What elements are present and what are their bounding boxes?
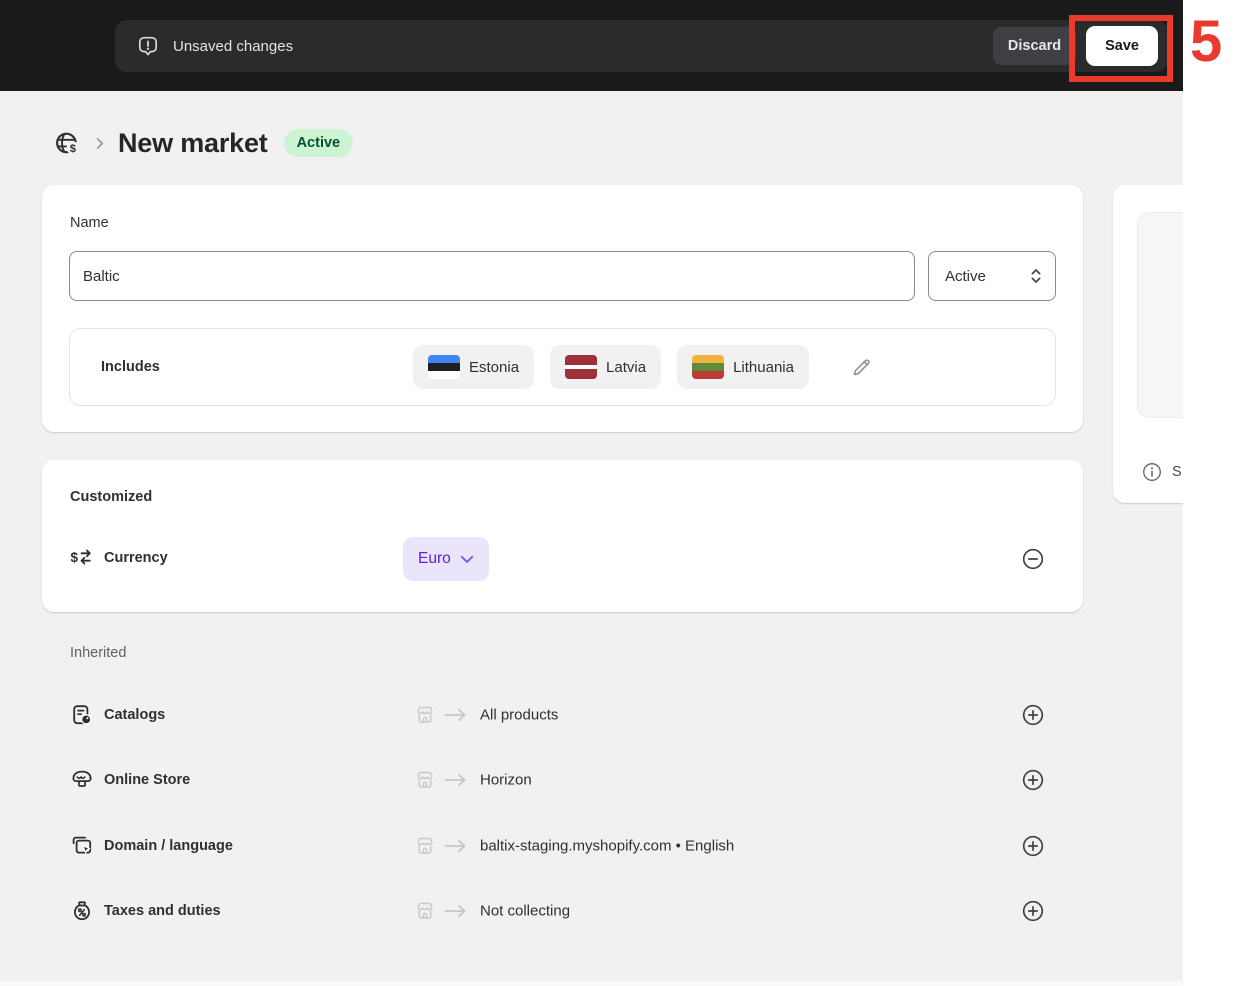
country-chip-label: Estonia — [469, 358, 520, 376]
bottom-edge-strip — [0, 981, 1183, 986]
alert-bubble-icon — [136, 34, 160, 58]
country-chip-label: Latvia — [606, 358, 647, 376]
country-chip-list: Estonia Latvia Lithuania — [413, 345, 873, 389]
storefront-icon — [70, 768, 94, 792]
inherited-row-domain-language: Domain / language baltix-staging.myshopi… — [0, 822, 1183, 870]
updown-chevrons-icon — [1028, 266, 1044, 286]
inherited-row-label: Domain / language — [104, 838, 233, 854]
svg-text:$: $ — [70, 142, 77, 154]
market-status-select[interactable]: Active — [928, 251, 1056, 301]
summary-info-line: S — [1141, 461, 1182, 483]
currency-value: Euro — [418, 550, 451, 567]
arrow-right-icon — [443, 838, 469, 854]
country-chip-label: Lithuania — [733, 358, 794, 376]
page-title: New market — [118, 127, 268, 158]
svg-text:$: $ — [71, 550, 79, 565]
summary-info-text: S — [1172, 464, 1182, 480]
arrow-right-icon — [443, 772, 469, 788]
inherited-row-online-store: Online Store Horizon — [0, 756, 1183, 804]
country-chip-lithuania: Lithuania — [677, 345, 809, 389]
catalogs-icon — [70, 703, 94, 727]
customized-card: Customized $ Currency Euro — [42, 460, 1083, 612]
store-icon — [414, 835, 436, 857]
plus-circle-icon[interactable] — [1021, 899, 1045, 923]
inherited-row-label: Catalogs — [104, 707, 166, 723]
arrow-right-icon — [443, 903, 469, 919]
chevron-down-icon — [460, 555, 474, 564]
customized-title: Customized — [70, 489, 153, 505]
market-details-card: Name Active Includes — [42, 185, 1083, 432]
shopify-admin-app: Unsaved changes Discard Save $ New marke… — [0, 0, 1183, 986]
minus-circle-icon[interactable] — [1021, 547, 1045, 571]
market-summary-card: S — [1113, 185, 1183, 503]
market-name-input[interactable] — [69, 251, 915, 301]
inherited-row-label: Taxes and duties — [104, 903, 221, 919]
includes-section: Includes Estonia Latvia Lithuania — [69, 328, 1056, 406]
name-field-label: Name — [70, 215, 109, 231]
inherited-row-value: All products — [480, 706, 559, 724]
inherited-row-label: Online Store — [104, 772, 191, 788]
annotation-step-number: 5 — [1190, 9, 1223, 74]
inherited-row-value: baltix-staging.myshopify.com • English — [480, 837, 735, 855]
info-circle-icon — [1141, 461, 1163, 483]
includes-label: Includes — [101, 359, 160, 375]
unsaved-changes-message: Unsaved changes — [173, 37, 294, 55]
markets-globe-dollar-icon[interactable]: $ — [54, 130, 81, 157]
country-chip-estonia: Estonia — [413, 345, 535, 389]
screenshot-stage: Unsaved changes Discard Save $ New marke… — [0, 0, 1246, 986]
currency-row-label: Currency — [104, 550, 168, 566]
status-badge: Active — [283, 129, 354, 157]
plus-circle-icon[interactable] — [1021, 703, 1045, 727]
chevron-right-icon — [92, 136, 107, 151]
market-map-placeholder — [1137, 212, 1183, 418]
market-status-value: Active — [945, 267, 986, 285]
pencil-icon[interactable] — [851, 356, 873, 378]
lithuania-flag-icon — [692, 355, 725, 379]
taxes-duties-icon — [70, 899, 94, 923]
store-icon — [414, 900, 436, 922]
plus-circle-icon[interactable] — [1021, 834, 1045, 858]
inherited-section-title: Inherited — [70, 645, 127, 661]
inherited-row-value: Horizon — [480, 771, 532, 789]
contextual-save-bar: Unsaved changes Discard Save — [0, 0, 1183, 91]
domain-language-icon — [70, 834, 94, 858]
unsaved-changes-pill: Unsaved changes Discard Save — [115, 20, 1168, 72]
page-header: $ New market Active — [54, 122, 354, 164]
store-icon — [414, 769, 436, 791]
currency-value-dropdown[interactable]: Euro — [403, 537, 489, 581]
latvia-flag-icon — [565, 355, 598, 379]
currency-exchange-icon: $ — [70, 545, 94, 574]
plus-circle-icon[interactable] — [1021, 768, 1045, 792]
estonia-flag-icon — [428, 355, 460, 379]
inherited-row-catalogs: Catalogs All products — [0, 691, 1183, 739]
arrow-right-icon — [443, 707, 469, 723]
inherited-row-value: Not collecting — [480, 902, 571, 920]
discard-button[interactable]: Discard — [992, 27, 1077, 65]
inherited-row-taxes-duties: Taxes and duties Not collecting — [0, 887, 1183, 935]
country-chip-latvia: Latvia — [550, 345, 662, 389]
annotation-highlight-box — [1069, 15, 1173, 82]
store-icon — [414, 704, 436, 726]
